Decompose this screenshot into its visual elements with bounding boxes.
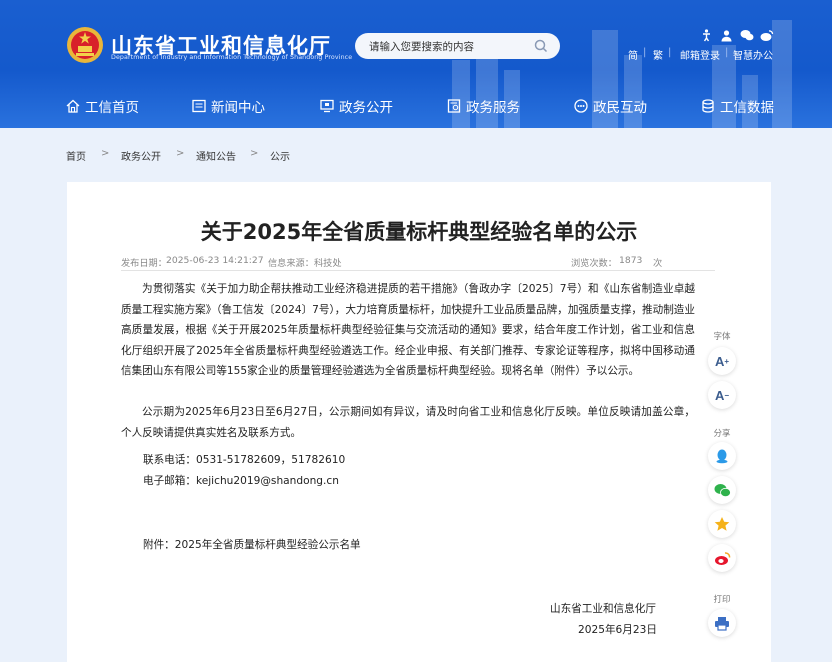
nav-item-gov-affairs[interactable]: 政务公开 [320,92,393,120]
minus-icon: − [724,390,730,400]
print-label: 打印 [713,595,731,605]
qq-icon [716,449,728,464]
font-decrease-glyph: A [714,387,725,403]
breadcrumb-notices[interactable]: 通知公告 [196,148,236,163]
article-paragraph-2: 公示期为2025年6月23日至6月27日，公示期间如有异议，请及时向省工业和信息… [121,406,695,439]
font-size-label: 字体 [713,332,731,342]
breadcrumb-separator: > [176,148,185,159]
share-wechat-button[interactable] [708,476,736,504]
site-header: 山东省工业和信息化厅 Department of Industry and In… [0,0,832,128]
smart-office-link[interactable]: 智慧办公 [733,47,773,62]
nav-item-gov-services[interactable]: 政务服务 [447,92,520,120]
breadcrumb-separator: > [101,148,110,159]
nav-label: 工信数据 [720,100,774,116]
interaction-icon [574,99,588,113]
breadcrumb-separator: > [250,148,259,159]
font-decrease-button[interactable]: A − [708,381,736,409]
main-nav: 工信首页 新闻中心 政务公开 政务服务 政民互动 工信数据 [0,92,832,120]
article-title: 关于2025年全省质量标杆典型经验名单的公示 [200,220,638,244]
home-icon [66,99,80,113]
nav-label: 新闻中心 [211,100,265,116]
top-icons [700,27,774,43]
nav-label: 政务公开 [339,100,393,116]
breadcrumb-home[interactable]: 首页 [66,148,86,163]
news-icon [192,99,206,113]
article-paragraph-1: 为贯彻落实《关于加力助企帮扶推动工业经济稳进提质的若干措施》（鲁政办字〔2025… [121,283,695,377]
print-button[interactable] [708,609,736,637]
search-box[interactable]: 请输入您要搜索的内容 [355,33,560,59]
search-input[interactable]: 请输入您要搜索的内容 [369,39,474,54]
traditional-link[interactable]: 繁 [653,47,663,62]
qzone-icon [714,517,730,531]
breadcrumb-gov-affairs[interactable]: 政务公开 [121,148,161,163]
share-qq-button[interactable] [708,442,736,470]
font-increase-button[interactable]: A + [708,347,736,375]
database-icon [702,99,714,113]
publish-date-label: 发布日期： [121,258,167,269]
views-label: 浏览次数： [571,258,617,269]
contact-email: 电子邮箱：kejichu2019@shandong.cn [143,475,339,487]
wechat-top-icon[interactable] [740,27,754,41]
separator: | [643,47,647,58]
views-count: 1873 [619,255,643,266]
service-icon [447,99,461,113]
nav-item-interaction[interactable]: 政民互动 [574,92,647,120]
nav-item-home[interactable]: 工信首页 [66,92,139,120]
font-increase-glyph: A [714,353,725,369]
breadcrumb-current: 公示 [270,152,290,163]
plus-icon: + [724,356,730,366]
site-subtitle: Department of Industry and Information T… [111,54,353,61]
attachment-link[interactable]: 附件：2025年全省质量标杆典型经验公示名单 [143,537,361,552]
nav-item-news[interactable]: 新闻中心 [192,92,265,120]
source-value: 科技处 [314,258,342,269]
nav-item-data[interactable]: 工信数据 [701,92,774,120]
accessibility-icon[interactable] [700,27,714,42]
source-label: 信息来源： [268,258,314,269]
emblem-logo [67,27,103,63]
share-label: 分享 [713,429,731,439]
search-icon[interactable] [534,39,548,53]
nav-label: 工信首页 [85,100,139,116]
mail-login-link[interactable]: 邮箱登录 [680,47,720,62]
printer-icon [715,616,729,631]
simplified-link[interactable]: 简 [628,47,638,62]
sign-date: 2025年6月23日 [578,624,657,636]
share-qzone-button[interactable] [708,510,736,538]
user-icon[interactable] [720,27,734,42]
monitor-icon [320,99,334,113]
contact-phone: 联系电话：0531-51782609，51782610 [143,454,346,466]
share-weibo-button[interactable] [708,544,736,572]
views-unit: 次 [653,258,663,269]
meta-divider [121,270,715,271]
weibo-icon [714,551,730,565]
nav-label: 政民互动 [593,100,647,116]
separator: | [725,47,729,58]
publish-date: 2025-06-23 14:21:27 [166,255,264,266]
separator: | [668,47,672,58]
weibo-top-icon[interactable] [760,27,774,41]
article-card: 关于2025年全省质量标杆典型经验名单的公示 发布日期： 2025-06-23 … [67,182,771,662]
nav-label: 政务服务 [466,100,520,116]
signature: 山东省工业和信息化厅 [550,603,656,615]
wechat-icon [714,483,731,497]
